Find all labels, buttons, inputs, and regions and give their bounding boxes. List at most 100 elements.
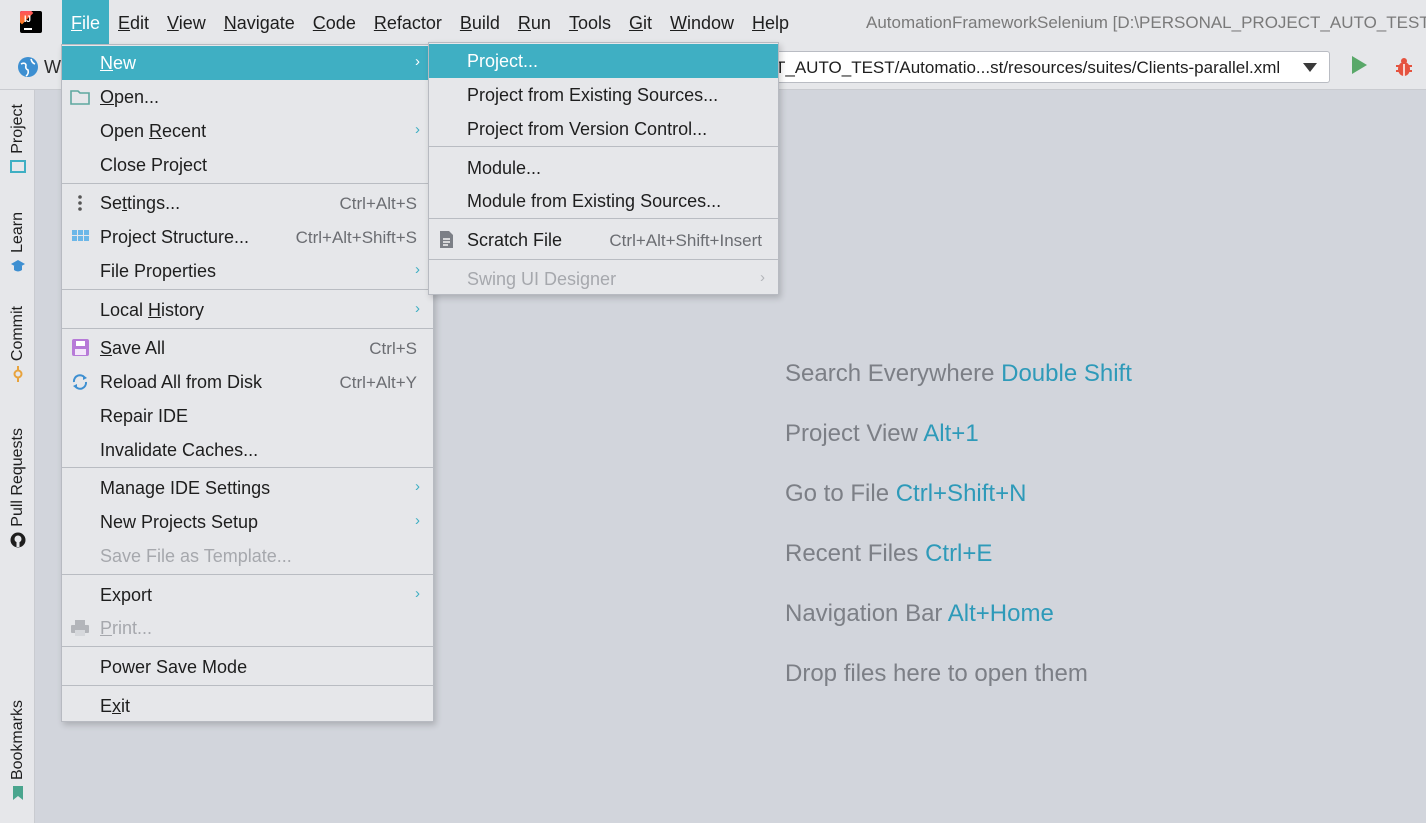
menu-item-save-file-as-template-label: Save File as Template... <box>100 546 292 566</box>
bookmark-icon <box>12 786 23 801</box>
menu-item-open[interactable]: Open... <box>62 80 433 114</box>
github-icon <box>10 532 25 548</box>
new-submenu: Project... Project from Existing Sources… <box>428 42 779 295</box>
menu-item-export[interactable]: Export › <box>62 578 433 612</box>
menu-item-repair-ide[interactable]: Repair IDE <box>62 399 433 433</box>
menu-item-project-structure[interactable]: Project Structure... Ctrl+Alt+Shift+S <box>62 220 433 254</box>
menu-item-local-history[interactable]: Local History › <box>62 293 433 327</box>
menu-separator <box>62 646 433 647</box>
menu-item-close-project[interactable]: Close Project <box>62 148 433 182</box>
tool-tab-learn[interactable]: Learn <box>0 212 35 274</box>
menu-item-save-all-label: Save All <box>100 338 166 358</box>
chevron-right-icon: › <box>415 300 420 317</box>
menu-file[interactable]: File <box>62 0 110 45</box>
menu-item-project-structure-shortcut: Ctrl+Alt+Shift+S <box>295 228 417 247</box>
chevron-right-icon: › <box>415 478 420 495</box>
hint-text: Navigation Bar <box>785 600 943 627</box>
menu-run[interactable]: Run <box>509 0 560 45</box>
menu-separator <box>62 289 433 290</box>
refresh-icon <box>72 374 88 390</box>
project-folder-icon <box>9 159 26 173</box>
chevron-down-icon <box>1303 63 1317 72</box>
menu-refactor[interactable]: Refactor <box>365 0 451 45</box>
menu-item-open-recent[interactable]: Open Recent › <box>62 114 433 148</box>
menu-mnemonic: V <box>167 13 179 33</box>
chevron-right-icon: › <box>415 512 420 529</box>
menu-item-new-module[interactable]: Module... <box>429 151 778 185</box>
menu-item-project-structure-label: Project Structure... <box>100 227 250 247</box>
run-configuration-select[interactable]: T_AUTO_TEST/Automatio...st/resources/sui… <box>760 51 1330 83</box>
menu-item-project-from-vcs[interactable]: Project from Version Control... <box>429 112 778 146</box>
chevron-right-icon: › <box>415 585 420 602</box>
menu-item-new-project[interactable]: Project... <box>429 44 778 78</box>
tool-tab-pull-requests[interactable]: Pull Requests <box>0 428 35 548</box>
menu-tools[interactable]: Tools <box>560 0 620 45</box>
menu-item-manage-ide-settings[interactable]: Manage IDE Settings › <box>62 471 433 505</box>
hint-text: Go to File <box>785 480 890 507</box>
menu-item-scratch-file[interactable]: Scratch File Ctrl+Alt+Shift+Insert <box>429 223 778 257</box>
menu-item-export-label: Export <box>100 585 153 605</box>
file-menu: New › Open... Open Recent › Close Projec… <box>61 44 434 722</box>
intellij-logo-icon[interactable]: IJ <box>20 11 42 33</box>
menu-item-settings-shortcut: Ctrl+Alt+S <box>339 194 417 213</box>
menu-item-invalidate-caches[interactable]: Invalidate Caches... <box>62 433 433 467</box>
menu-item-reload-all-shortcut: Ctrl+Alt+Y <box>339 373 417 392</box>
debug-bug-icon[interactable] <box>1395 57 1413 77</box>
main-menu: File Edit View Navigate Code Refactor Build Run… <box>62 0 798 45</box>
run-configuration-value: T_AUTO_TEST/Automatio...st/resources/sui… <box>775 58 1281 77</box>
menu-item-manage-ide-settings-label: Manage IDE Settings <box>100 478 271 498</box>
project-breadcrumb[interactable]: W <box>44 57 61 78</box>
menu-item-exit-label: Exit <box>100 696 131 716</box>
menu-separator <box>62 685 433 686</box>
menu-item-new-module-label: Module... <box>467 158 542 178</box>
menu-code[interactable]: Code <box>304 0 365 45</box>
menu-item-project-from-existing-sources[interactable]: Project from Existing Sources... <box>429 78 778 112</box>
menu-label-rest: efactor <box>386 13 442 33</box>
empty-editor-hints: Search Everywhere Double Shift Project Vi… <box>785 358 1132 718</box>
tool-tab-learn-label: Learn <box>8 212 26 253</box>
menu-item-power-save-mode[interactable]: Power Save Mode <box>62 650 433 684</box>
menu-item-power-save-mode-label: Power Save Mode <box>100 657 248 677</box>
menu-label-rest: dit <box>130 13 150 33</box>
menu-item-file-properties[interactable]: File Properties › <box>62 254 433 288</box>
hint-text: Search Everywhere <box>785 360 995 387</box>
menu-label-rest: un <box>530 13 551 33</box>
menu-label-rest: iew <box>178 13 206 33</box>
menu-view[interactable]: View <box>158 0 215 45</box>
menu-mnemonic: H <box>752 13 766 33</box>
menu-item-print-label: Print... <box>100 618 153 638</box>
menu-separator <box>429 259 778 260</box>
menu-label-rest: ools <box>577 13 611 33</box>
menu-navigate[interactable]: Navigate <box>215 0 304 45</box>
menu-item-scratch-file-label: Scratch File <box>467 230 563 250</box>
scratch-file-icon <box>440 231 453 248</box>
hint-shortcut: Alt+1 <box>923 420 979 447</box>
menu-item-settings[interactable]: Settings... Ctrl+Alt+S <box>62 186 433 220</box>
menu-item-exit[interactable]: Exit <box>62 689 433 723</box>
menu-item-new[interactable]: New › <box>62 46 433 80</box>
hint-line: Search Everywhere Double Shift <box>785 358 1132 418</box>
menu-item-save-file-as-template: Save File as Template... <box>62 539 433 573</box>
menu-build[interactable]: Build <box>451 0 509 45</box>
menu-item-local-history-label: Local History <box>100 300 205 320</box>
menu-mnemonic: B <box>459 13 472 33</box>
tool-tab-commit[interactable]: Commit <box>0 306 35 383</box>
menu-separator <box>429 218 778 219</box>
menu-item-save-all[interactable]: Save All Ctrl+S <box>62 331 433 365</box>
menu-help[interactable]: Help <box>743 0 798 45</box>
menu-item-module-from-existing-sources[interactable]: Module from Existing Sources... <box>429 184 778 218</box>
tool-tab-project[interactable]: Project <box>0 104 35 175</box>
menu-window[interactable]: Window <box>661 0 743 45</box>
menu-mnemonic: R <box>373 13 387 33</box>
menu-mnemonic: F <box>71 13 82 33</box>
hint-shortcut: Alt+Home <box>947 600 1054 627</box>
menu-git[interactable]: Git <box>620 0 661 45</box>
run-icon[interactable] <box>1352 56 1367 74</box>
menu-item-module-from-existing-sources-label: Module from Existing Sources... <box>467 191 722 211</box>
menu-label-rest: ile <box>82 13 101 33</box>
menu-item-reload-all[interactable]: Reload All from Disk Ctrl+Alt+Y <box>62 365 433 399</box>
menu-edit[interactable]: Edit <box>109 0 158 45</box>
tool-tab-bookmarks[interactable]: Bookmarks <box>0 700 35 801</box>
menu-item-new-projects-setup[interactable]: New Projects Setup › <box>62 505 433 539</box>
menu-item-repair-ide-label: Repair IDE <box>100 406 189 426</box>
